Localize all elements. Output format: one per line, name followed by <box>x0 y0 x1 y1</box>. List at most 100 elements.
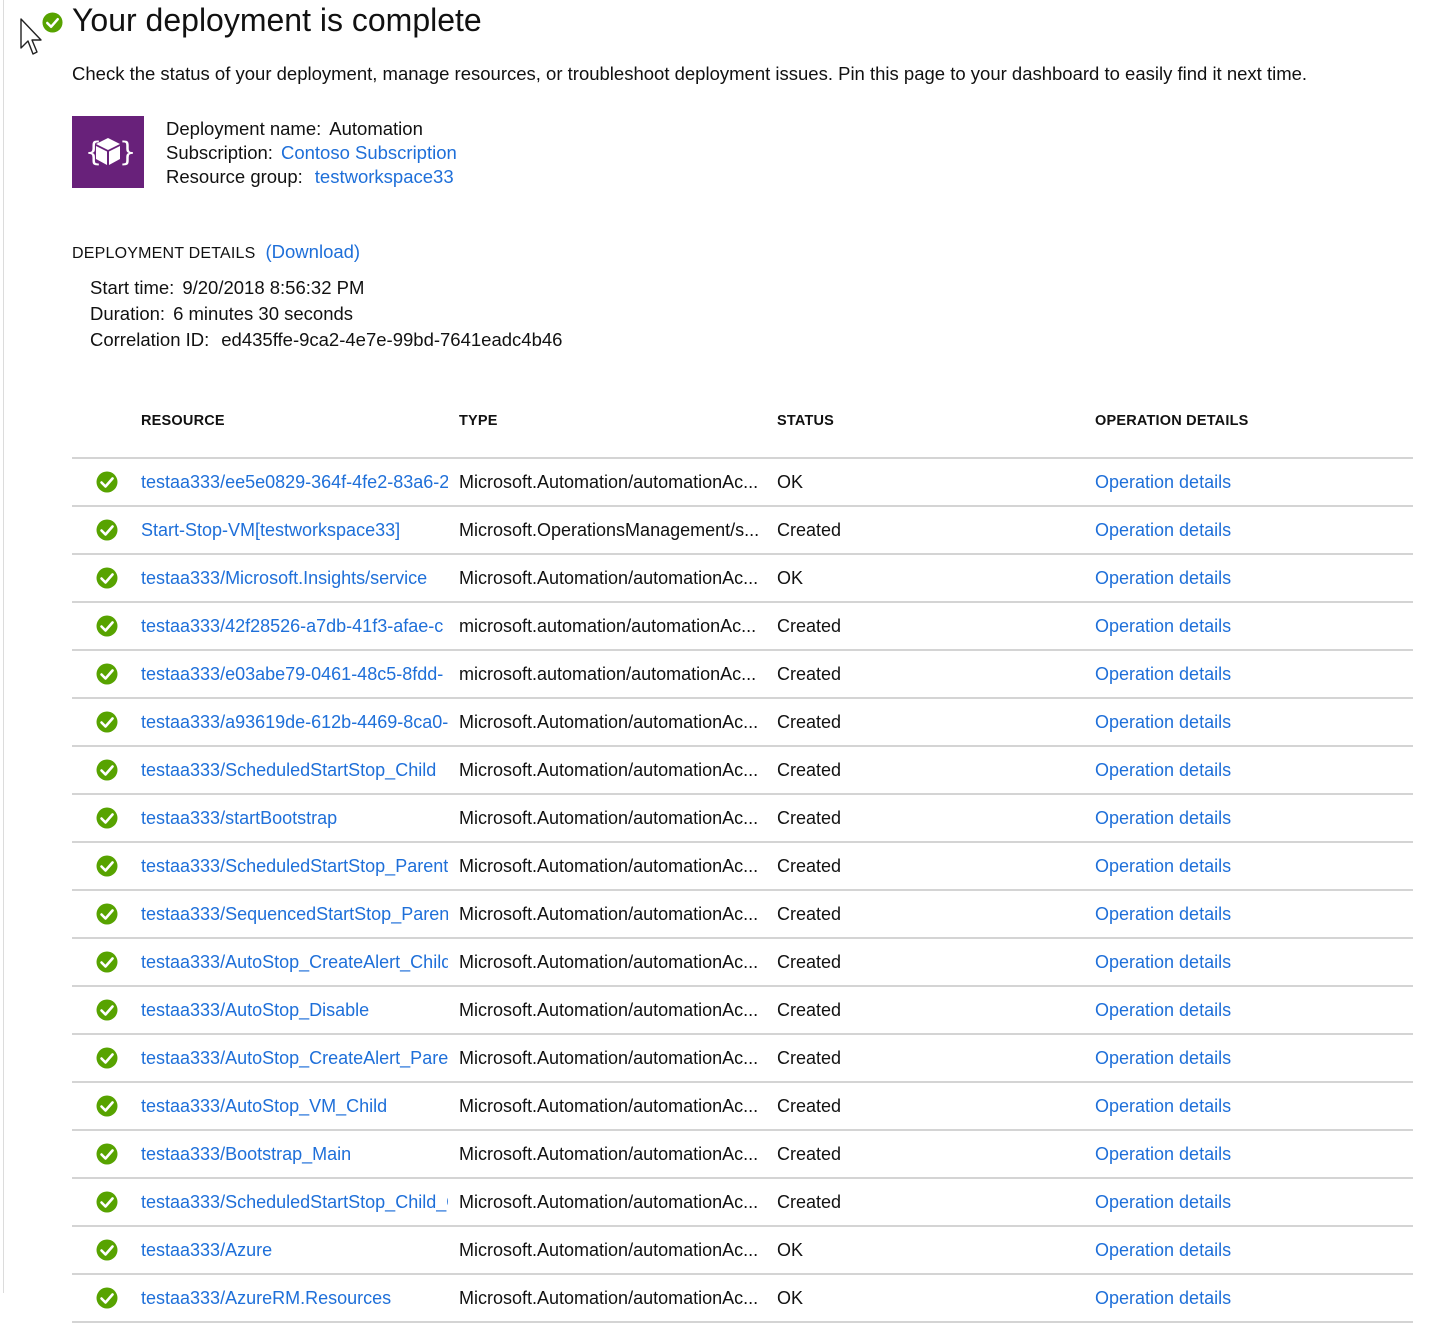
resource-link[interactable]: testaa333/AutoStop_CreateAlert_Child <box>141 939 448 985</box>
operation-details-link[interactable]: Operation details <box>1095 939 1395 985</box>
success-check-icon <box>96 1275 118 1321</box>
resource-type: Microsoft.Automation/automationAc... <box>459 1096 759 1116</box>
svg-text:}: } <box>119 137 136 168</box>
resource-link[interactable]: testaa333/ScheduledStartStop_Child_C <box>141 1179 448 1225</box>
table-row: testaa333/Microsoft.Insights/service Micr… <box>72 555 1413 603</box>
resource-status: OK <box>777 568 804 588</box>
automation-cube-icon: { } <box>72 116 144 188</box>
resource-link[interactable]: testaa333/ScheduledStartStop_Child <box>141 747 448 793</box>
resource-link[interactable]: testaa333/AutoStop_Disable <box>141 987 448 1033</box>
resource-status: Created <box>777 664 842 684</box>
table-row: testaa333/SequencedStartStop_Parent Micro… <box>72 891 1413 939</box>
resource-status: Created <box>777 1096 842 1116</box>
column-header-status[interactable]: STATUS <box>777 413 834 429</box>
resources-table: RESOURCE TYPE STATUS OPERATION DETAILS t… <box>72 398 1413 1323</box>
operation-details-link[interactable]: Operation details <box>1095 987 1395 1033</box>
subscription-label: Subscription: <box>166 142 273 163</box>
resource-link[interactable]: testaa333/a93619de-612b-4469-8ca0- <box>141 699 448 745</box>
page-subtitle: Check the status of your deployment, man… <box>72 63 1308 84</box>
resource-link[interactable]: testaa333/startBootstrap <box>141 795 448 841</box>
resource-type: Microsoft.Automation/automationAc... <box>459 1048 759 1068</box>
table-row: testaa333/42f28526-a7db-41f3-afae-c micro… <box>72 603 1413 651</box>
operation-details-link[interactable]: Operation details <box>1095 1131 1395 1177</box>
resource-type: Microsoft.Automation/automationAc... <box>459 568 759 588</box>
subscription-link[interactable]: Contoso Subscription <box>281 142 457 163</box>
success-check-icon <box>96 795 118 841</box>
resource-status: OK <box>777 472 804 492</box>
resource-link[interactable]: testaa333/SequencedStartStop_Parent <box>141 891 448 937</box>
success-check-icon <box>96 843 118 889</box>
table-row: testaa333/AutoStop_CreateAlert_Child Micr… <box>72 939 1413 987</box>
page-title: Your deployment is complete <box>72 2 482 38</box>
resource-type: microsoft.automation/automationAc... <box>459 616 757 636</box>
resource-type: Microsoft.Automation/automationAc... <box>459 760 759 780</box>
operation-details-link[interactable]: Operation details <box>1095 699 1395 745</box>
deployment-name-value: Automation <box>329 118 423 139</box>
resource-status: Created <box>777 616 842 636</box>
table-row: testaa333/ScheduledStartStop_Parent Micro… <box>72 843 1413 891</box>
resource-type: Microsoft.Automation/automationAc... <box>459 856 759 876</box>
success-check-icon <box>96 555 118 601</box>
resource-status: Created <box>777 1048 842 1068</box>
operation-details-link[interactable]: Operation details <box>1095 747 1395 793</box>
operation-details-link[interactable]: Operation details <box>1095 1179 1395 1225</box>
success-check-icon <box>96 459 118 505</box>
operation-details-link[interactable]: Operation details <box>1095 1083 1395 1129</box>
duration-value: 6 minutes 30 seconds <box>173 303 354 324</box>
table-row: testaa333/ScheduledStartStop_Child Micros… <box>72 747 1413 795</box>
success-check-icon <box>96 1179 118 1225</box>
resource-link[interactable]: testaa333/AutoStop_CreateAlert_Paren <box>141 1035 448 1081</box>
correlation-id-row: Correlation ID: ed435ffe-9ca2-4e7e-99bd-7… <box>90 327 562 353</box>
resource-link[interactable]: testaa333/e03abe79-0461-48c5-8fdd- <box>141 651 448 697</box>
resource-type: Microsoft.OperationsManagement/s... <box>459 520 760 540</box>
success-check-icon <box>96 651 118 697</box>
resource-type: Microsoft.Automation/automationAc... <box>459 1288 759 1308</box>
column-header-operation-details[interactable]: OPERATION DETAILS <box>1095 413 1249 429</box>
resource-link[interactable]: testaa333/42f28526-a7db-41f3-afae-c <box>141 603 448 649</box>
success-check-icon <box>96 699 118 745</box>
start-time-row: Start time: 9/20/2018 8:56:32 PM <box>90 275 562 301</box>
resource-link[interactable]: Start-Stop-VM[testworkspace33] <box>141 507 448 553</box>
start-time-label: Start time: <box>90 277 175 298</box>
success-check-icon <box>96 1035 118 1081</box>
resource-link[interactable]: testaa333/AutoStop_VM_Child <box>141 1083 448 1129</box>
operation-details-link[interactable]: Operation details <box>1095 555 1395 601</box>
resource-link[interactable]: testaa333/Bootstrap_Main <box>141 1131 448 1177</box>
column-header-type[interactable]: TYPE <box>459 413 498 429</box>
operation-details-link[interactable]: Operation details <box>1095 1227 1395 1273</box>
operation-details-link[interactable]: Operation details <box>1095 795 1395 841</box>
success-check-icon <box>96 1227 118 1273</box>
resource-type: Microsoft.Automation/automationAc... <box>459 904 759 924</box>
operation-details-link[interactable]: Operation details <box>1095 843 1395 889</box>
resource-link[interactable]: testaa333/Microsoft.Insights/service <box>141 555 448 601</box>
resource-link[interactable]: testaa333/ScheduledStartStop_Parent <box>141 843 448 889</box>
download-link[interactable]: (Download) <box>266 241 361 262</box>
resource-type: Microsoft.Automation/automationAc... <box>459 808 759 828</box>
resource-link[interactable]: testaa333/ee5e0829-364f-4fe2-83a6-2 <box>141 459 448 505</box>
success-check-icon <box>42 12 63 33</box>
resource-link[interactable]: testaa333/Azure <box>141 1227 448 1273</box>
deployment-summary: Deployment name: Automation Subscription:… <box>166 117 457 189</box>
table-row: testaa333/ScheduledStartStop_Child_C Micr… <box>72 1179 1413 1227</box>
success-check-icon <box>96 987 118 1033</box>
success-check-icon <box>96 1083 118 1129</box>
resource-type: microsoft.automation/automationAc... <box>459 664 757 684</box>
resource-type: Microsoft.Automation/automationAc... <box>459 1240 759 1260</box>
deployment-details-header: DEPLOYMENT DETAILS (Download) <box>72 241 360 263</box>
operation-details-link[interactable]: Operation details <box>1095 507 1395 553</box>
operation-details-link[interactable]: Operation details <box>1095 1275 1395 1321</box>
operation-details-link[interactable]: Operation details <box>1095 603 1395 649</box>
operation-details-link[interactable]: Operation details <box>1095 651 1395 697</box>
table-row: testaa333/ee5e0829-364f-4fe2-83a6-2 Micro… <box>72 459 1413 507</box>
operation-details-link[interactable]: Operation details <box>1095 891 1395 937</box>
resource-type: Microsoft.Automation/automationAc... <box>459 1144 759 1164</box>
success-check-icon <box>96 603 118 649</box>
resource-status: Created <box>777 520 842 540</box>
resource-link[interactable]: testaa333/AzureRM.Resources <box>141 1275 448 1321</box>
column-header-resource[interactable]: RESOURCE <box>141 413 225 429</box>
table-row: testaa333/e03abe79-0461-48c5-8fdd-micros… <box>72 651 1413 699</box>
resource-status: Created <box>777 904 842 924</box>
operation-details-link[interactable]: Operation details <box>1095 459 1395 505</box>
resource-group-link[interactable]: testworkspace33 <box>315 166 454 187</box>
operation-details-link[interactable]: Operation details <box>1095 1035 1395 1081</box>
